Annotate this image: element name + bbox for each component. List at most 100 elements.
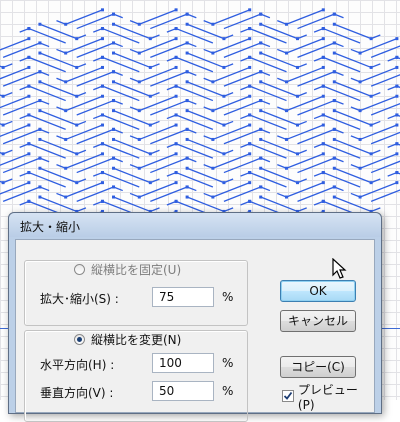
non-uniform-radio-button[interactable]	[74, 333, 85, 345]
anchor-point	[332, 109, 336, 113]
anchor-point	[248, 181, 252, 185]
anchor-point	[395, 37, 399, 41]
anchor-point	[321, 113, 325, 117]
uniform-radio-button[interactable]	[74, 263, 85, 275]
anchor-point	[27, 152, 31, 156]
anchor-point	[137, 109, 141, 113]
anchor-point	[284, 22, 288, 26]
anchor-point	[395, 181, 399, 185]
pattern-strokes	[0, 8, 400, 231]
anchor-point	[112, 70, 116, 74]
anchor-point	[284, 80, 288, 84]
vertical-label: 垂直方向(V) :	[40, 386, 114, 400]
anchor-point	[259, 12, 263, 16]
anchor-point	[38, 70, 42, 74]
ok-button[interactable]: OK	[280, 280, 356, 302]
anchor-point	[185, 12, 189, 16]
anchor-point	[284, 166, 288, 170]
anchor-point	[259, 99, 263, 103]
anchor-point	[369, 65, 373, 69]
anchor-point	[137, 137, 141, 141]
anchor-point	[248, 8, 252, 12]
anchor-point	[174, 84, 178, 88]
anchor-point	[137, 80, 141, 84]
anchor-point	[321, 55, 325, 59]
uniform-radio[interactable]: 縦横比を固定(U)	[74, 260, 181, 278]
anchor-point	[284, 137, 288, 141]
vertical-input[interactable]: 50	[152, 381, 214, 401]
anchor-point	[64, 51, 68, 55]
anchor-point	[100, 171, 104, 175]
anchor-point	[148, 94, 152, 98]
preview-checkbox[interactable]	[282, 390, 294, 402]
anchor-point	[321, 171, 325, 175]
anchor-point	[259, 127, 263, 131]
anchor-point	[38, 80, 42, 84]
anchor-point	[185, 166, 189, 170]
anchor-point	[148, 152, 152, 156]
mouse-cursor-icon	[332, 258, 347, 279]
anchor-point	[358, 109, 362, 113]
scale-input[interactable]: 75	[152, 287, 214, 307]
anchor-point	[100, 181, 104, 185]
anchor-point	[321, 94, 325, 98]
anchor-point	[112, 80, 116, 84]
anchor-point	[369, 123, 373, 127]
anchor-point	[248, 55, 252, 59]
anchor-point	[222, 152, 226, 156]
copy-button[interactable]: コピー(C)	[280, 356, 356, 378]
scale-label: 拡大･縮小(S) :	[40, 292, 119, 306]
anchor-point	[137, 166, 141, 170]
anchor-point	[369, 37, 373, 41]
anchor-point	[174, 8, 178, 12]
anchor-point	[38, 166, 42, 170]
anchor-point	[75, 37, 79, 41]
anchor-point	[248, 65, 252, 69]
anchor-point	[75, 65, 79, 69]
anchor-point	[1, 123, 5, 127]
anchor-point	[174, 171, 178, 175]
anchor-point	[321, 84, 325, 88]
horizontal-input[interactable]: 100	[152, 353, 214, 373]
anchor-point	[248, 84, 252, 88]
anchor-point	[321, 152, 325, 156]
anchor-point	[248, 142, 252, 146]
dialog-body: 縦横比を固定(U) 拡大･縮小(S) : 75 % 縦横比を変更(N) 水平方向…	[15, 239, 375, 422]
anchor-point	[284, 195, 288, 199]
anchor-point	[185, 137, 189, 141]
anchor-point	[38, 22, 42, 26]
anchor-point	[259, 51, 263, 55]
anchor-point	[148, 181, 152, 185]
anchor-point	[222, 65, 226, 69]
anchor-point	[75, 181, 79, 185]
anchor-point	[321, 142, 325, 146]
anchor-point	[174, 199, 178, 203]
anchor-point	[211, 195, 215, 199]
anchor-point	[174, 37, 178, 41]
preview-checkbox-row[interactable]: プレビュー(P)	[282, 383, 374, 412]
anchor-point	[112, 12, 116, 16]
anchor-point	[1, 94, 5, 98]
non-uniform-radio[interactable]: 縦横比を変更(N)	[74, 330, 181, 348]
anchor-point	[75, 152, 79, 156]
anchor-point	[211, 22, 215, 26]
anchor-point	[321, 199, 325, 203]
anchor-point	[64, 109, 68, 113]
anchor-point	[1, 181, 5, 185]
anchor-point	[211, 166, 215, 170]
anchor-point	[332, 22, 336, 26]
uniform-radio-label: 縦横比を固定(U)	[91, 262, 182, 277]
dialog-titlebar[interactable]: 拡大・縮小	[9, 213, 381, 237]
anchor-point	[395, 94, 399, 98]
anchor-point	[185, 99, 189, 103]
anchor-point	[358, 51, 362, 55]
anchor-point	[332, 195, 336, 199]
horizontal-unit: %	[222, 356, 234, 370]
anchor-point	[100, 142, 104, 146]
anchor-point	[38, 137, 42, 141]
cancel-button[interactable]: キャンセル	[280, 310, 356, 332]
anchor-point	[332, 70, 336, 74]
anchor-point	[38, 127, 42, 131]
anchor-point	[27, 181, 31, 185]
anchor-point	[64, 137, 68, 141]
